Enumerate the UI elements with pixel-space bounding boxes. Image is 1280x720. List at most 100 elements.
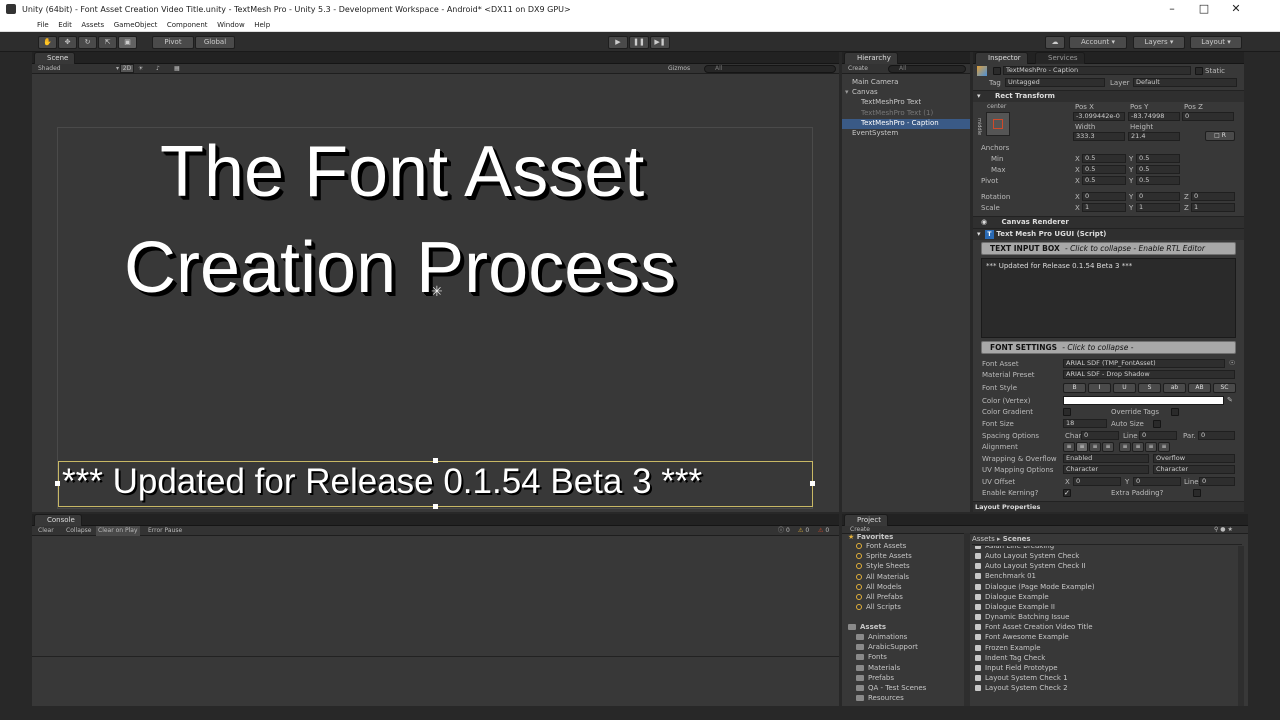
menu-window[interactable]: Window: [217, 21, 245, 29]
color-gradient-checkbox[interactable]: [1063, 408, 1071, 416]
hierarchy-create-button[interactable]: Create: [848, 64, 868, 74]
rot-z-field[interactable]: 0: [1191, 192, 1235, 201]
overflow-dropdown[interactable]: Overflow: [1153, 454, 1235, 463]
font-asset-field[interactable]: ARIAL SDF (TMP_FontAsset): [1063, 359, 1225, 368]
scene-asset-item[interactable]: Benchmark 01: [975, 572, 1036, 580]
hierarchy-item[interactable]: ▾ Canvas: [842, 88, 970, 98]
scale-x-field[interactable]: 1: [1082, 203, 1126, 212]
uv-offset-y-field[interactable]: 0: [1133, 477, 1181, 486]
scene-asset-item[interactable]: Asian Line Breaking: [975, 546, 1054, 550]
caption-text[interactable]: *** Updated for Release 0.1.54 Beta 3 **…: [62, 461, 702, 503]
scene-asset-item[interactable]: Dialogue Example II: [975, 603, 1055, 611]
scene-asset-item[interactable]: Auto Layout System Check: [975, 552, 1079, 560]
layer-dropdown[interactable]: Default: [1133, 78, 1237, 87]
pos-y-field[interactable]: -83.74998: [1128, 112, 1180, 121]
favorite-item[interactable]: All Materials: [856, 573, 909, 581]
resize-handle-bottom[interactable]: [433, 504, 438, 509]
canvas-renderer-header[interactable]: ◉ Canvas Renderer: [973, 216, 1244, 228]
folder-item[interactable]: Animations: [856, 633, 907, 641]
close-button[interactable]: ✕: [1224, 2, 1248, 16]
wrapping-dropdown[interactable]: Enabled: [1063, 454, 1149, 463]
scale-z-field[interactable]: 1: [1191, 203, 1235, 212]
tmp-component-header[interactable]: ▾ T Text Mesh Pro UGUI (Script): [973, 228, 1244, 240]
align-top-icon[interactable]: ≡: [1119, 442, 1131, 452]
layout-properties-header[interactable]: Layout Properties: [973, 501, 1244, 512]
anchor-max-x-field[interactable]: 0.5: [1082, 165, 1126, 174]
rot-y-field[interactable]: 0: [1136, 192, 1180, 201]
char-spacing-field[interactable]: 0: [1081, 431, 1119, 440]
uv-offset-x-field[interactable]: 0: [1073, 477, 1121, 486]
rect-tool-icon[interactable]: ▣: [118, 36, 137, 49]
rot-x-field[interactable]: 0: [1082, 192, 1126, 201]
scene-asset-item[interactable]: Input Field Prototype: [975, 664, 1058, 672]
resize-handle-top[interactable]: [433, 458, 438, 463]
override-tags-checkbox[interactable]: [1171, 408, 1179, 416]
project-filter-icons[interactable]: ⚲ ● ★: [1214, 525, 1233, 535]
pivot-toggle[interactable]: Pivot: [152, 36, 194, 49]
align-baseline-icon[interactable]: ≡: [1158, 442, 1170, 452]
text-input-area[interactable]: *** Updated for Release 0.1.54 Beta 3 **…: [981, 258, 1236, 338]
resize-handle-right[interactable]: [810, 481, 815, 486]
static-checkbox[interactable]: [1195, 67, 1203, 75]
minimize-button[interactable]: –: [1160, 2, 1184, 16]
move-gizmo-icon[interactable]: ✳: [431, 284, 443, 300]
audio-icon[interactable]: ♪: [156, 64, 160, 74]
layout-dropdown[interactable]: Layout ▾: [1190, 36, 1242, 49]
favorite-item[interactable]: All Scripts: [856, 603, 901, 611]
cloud-icon[interactable]: ☁: [1045, 36, 1065, 49]
tab-services[interactable]: Services: [1035, 52, 1085, 64]
folder-item[interactable]: Materials: [856, 664, 900, 672]
scene-asset-item[interactable]: Layout System Check 1: [975, 674, 1068, 682]
hierarchy-item[interactable]: TextMeshPro Text (1): [842, 109, 970, 119]
play-button[interactable]: ▶: [608, 36, 628, 49]
project-tree-scrollbar[interactable]: [964, 533, 970, 706]
paragraph-spacing-field[interactable]: 0: [1198, 431, 1235, 440]
font-style-button[interactable]: ab: [1163, 383, 1186, 393]
font-settings-header[interactable]: FONT SETTINGS - Click to collapse -: [981, 341, 1236, 354]
tab-hierarchy[interactable]: Hierarchy: [844, 52, 898, 64]
favorite-item[interactable]: Font Assets: [856, 542, 906, 550]
title-line-1[interactable]: The Font Asset: [160, 134, 644, 210]
menu-file[interactable]: File: [37, 21, 49, 29]
rotate-tool-icon[interactable]: ↻: [78, 36, 97, 49]
blueprint-raw-buttons[interactable]: □ R: [1205, 131, 1235, 141]
font-style-button[interactable]: S: [1138, 383, 1161, 393]
scene-asset-item[interactable]: Frozen Example: [975, 644, 1041, 652]
gizmos-dropdown[interactable]: Gizmos: [668, 64, 690, 74]
align-justify-icon[interactable]: ≡: [1102, 442, 1114, 452]
console-error-count[interactable]: ⚠ 0: [818, 526, 829, 536]
scene-asset-item[interactable]: Dynamic Batching Issue: [975, 613, 1069, 621]
global-toggle[interactable]: Global: [195, 36, 235, 49]
hand-tool-icon[interactable]: ✋: [38, 36, 57, 49]
font-style-button[interactable]: AB: [1188, 383, 1211, 393]
tag-dropdown[interactable]: Untagged: [1005, 78, 1105, 87]
scene-asset-item[interactable]: Layout System Check 2: [975, 684, 1068, 692]
menu-component[interactable]: Component: [167, 21, 208, 29]
font-style-button[interactable]: U: [1113, 383, 1136, 393]
favorite-item[interactable]: All Models: [856, 583, 902, 591]
2d-toggle[interactable]: 2D: [120, 64, 134, 73]
pause-button[interactable]: ❚❚: [629, 36, 649, 49]
console-collapse-button[interactable]: Collapse: [66, 526, 92, 536]
hierarchy-item[interactable]: TextMeshPro - Caption: [842, 118, 970, 129]
tab-scene[interactable]: Scene: [34, 52, 76, 64]
font-size-field[interactable]: 18: [1063, 419, 1107, 428]
tab-inspector[interactable]: Inspector: [975, 52, 1028, 64]
auto-size-checkbox[interactable]: [1153, 420, 1161, 428]
hierarchy-item[interactable]: EventSystem: [842, 129, 970, 139]
hierarchy-item[interactable]: Main Camera: [842, 78, 970, 88]
scale-tool-icon[interactable]: ⇱: [98, 36, 117, 49]
scene-asset-item[interactable]: Dialogue (Page Mode Example): [975, 583, 1095, 591]
folder-item[interactable]: Fonts: [856, 653, 887, 661]
object-picker-icon[interactable]: ☉: [1229, 359, 1235, 367]
pivot-x-field[interactable]: 0.5: [1082, 176, 1126, 185]
enable-kerning-checkbox[interactable]: ✓: [1063, 489, 1071, 497]
anchor-max-y-field[interactable]: 0.5: [1136, 165, 1180, 174]
console-warning-count[interactable]: ⚠ 0: [798, 526, 809, 536]
hierarchy-search-input[interactable]: All: [888, 65, 966, 73]
align-left-icon[interactable]: ≡: [1063, 442, 1075, 452]
menu-edit[interactable]: Edit: [58, 21, 72, 29]
favorite-item[interactable]: Style Sheets: [856, 562, 910, 570]
material-preset-dropdown[interactable]: ARIAL SDF - Drop Shadow: [1063, 370, 1235, 379]
tab-console[interactable]: Console: [34, 514, 82, 526]
